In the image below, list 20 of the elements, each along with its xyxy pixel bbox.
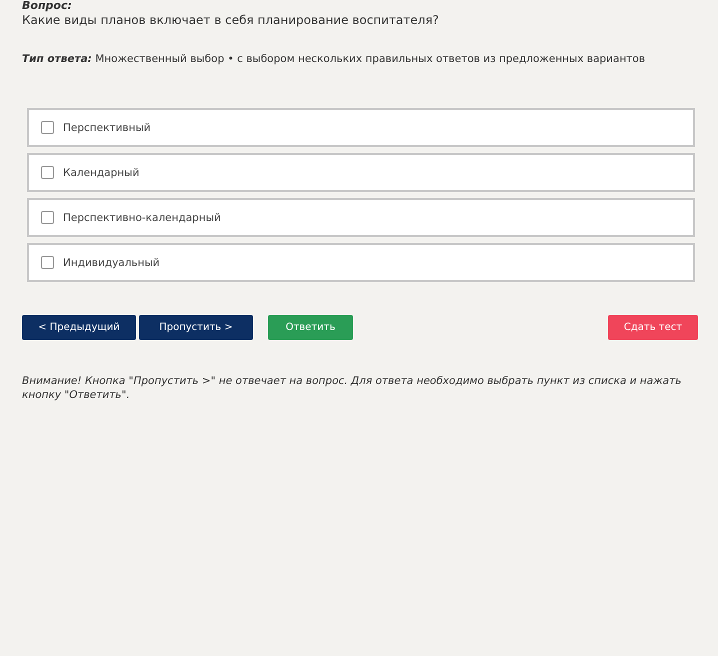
- answer-option[interactable]: Перспективно-календарный: [27, 198, 695, 237]
- nav-button[interactable]: Пропустить >: [139, 315, 253, 340]
- answer-option[interactable]: Календарный: [27, 153, 695, 192]
- option-label: Перспективный: [63, 122, 151, 134]
- answer-option[interactable]: Индивидуальный: [27, 243, 695, 282]
- question-label: Вопрос:: [22, 0, 73, 12]
- answer-type-value: Множественный выбор • с выбором нескольких правильных ответов из предложенных вариантов: [95, 53, 646, 65]
- checkbox[interactable]: [41, 211, 54, 224]
- checkbox[interactable]: [41, 166, 54, 179]
- nav-button[interactable]: < Предыдущий: [22, 315, 136, 340]
- submit-button[interactable]: Сдать тест: [608, 315, 698, 340]
- option-label: Перспективно-календарный: [63, 212, 221, 224]
- answer-option[interactable]: Перспективный: [27, 108, 695, 147]
- question-text: Какие виды планов включает в себя планирование воспитателя?: [22, 12, 440, 28]
- checkbox[interactable]: [41, 256, 54, 269]
- option-label: Календарный: [63, 166, 140, 178]
- option-label: Индивидуальный: [63, 256, 160, 268]
- answer-type-label: Тип ответа:: [22, 53, 92, 65]
- checkbox[interactable]: [41, 121, 54, 134]
- warning-note: Внимание! Кнопка "Пропустить >" не отвечает на вопрос. Для ответа необходимо выбрать пункт из списка и нажать кнопку "Ответить".: [22, 374, 682, 402]
